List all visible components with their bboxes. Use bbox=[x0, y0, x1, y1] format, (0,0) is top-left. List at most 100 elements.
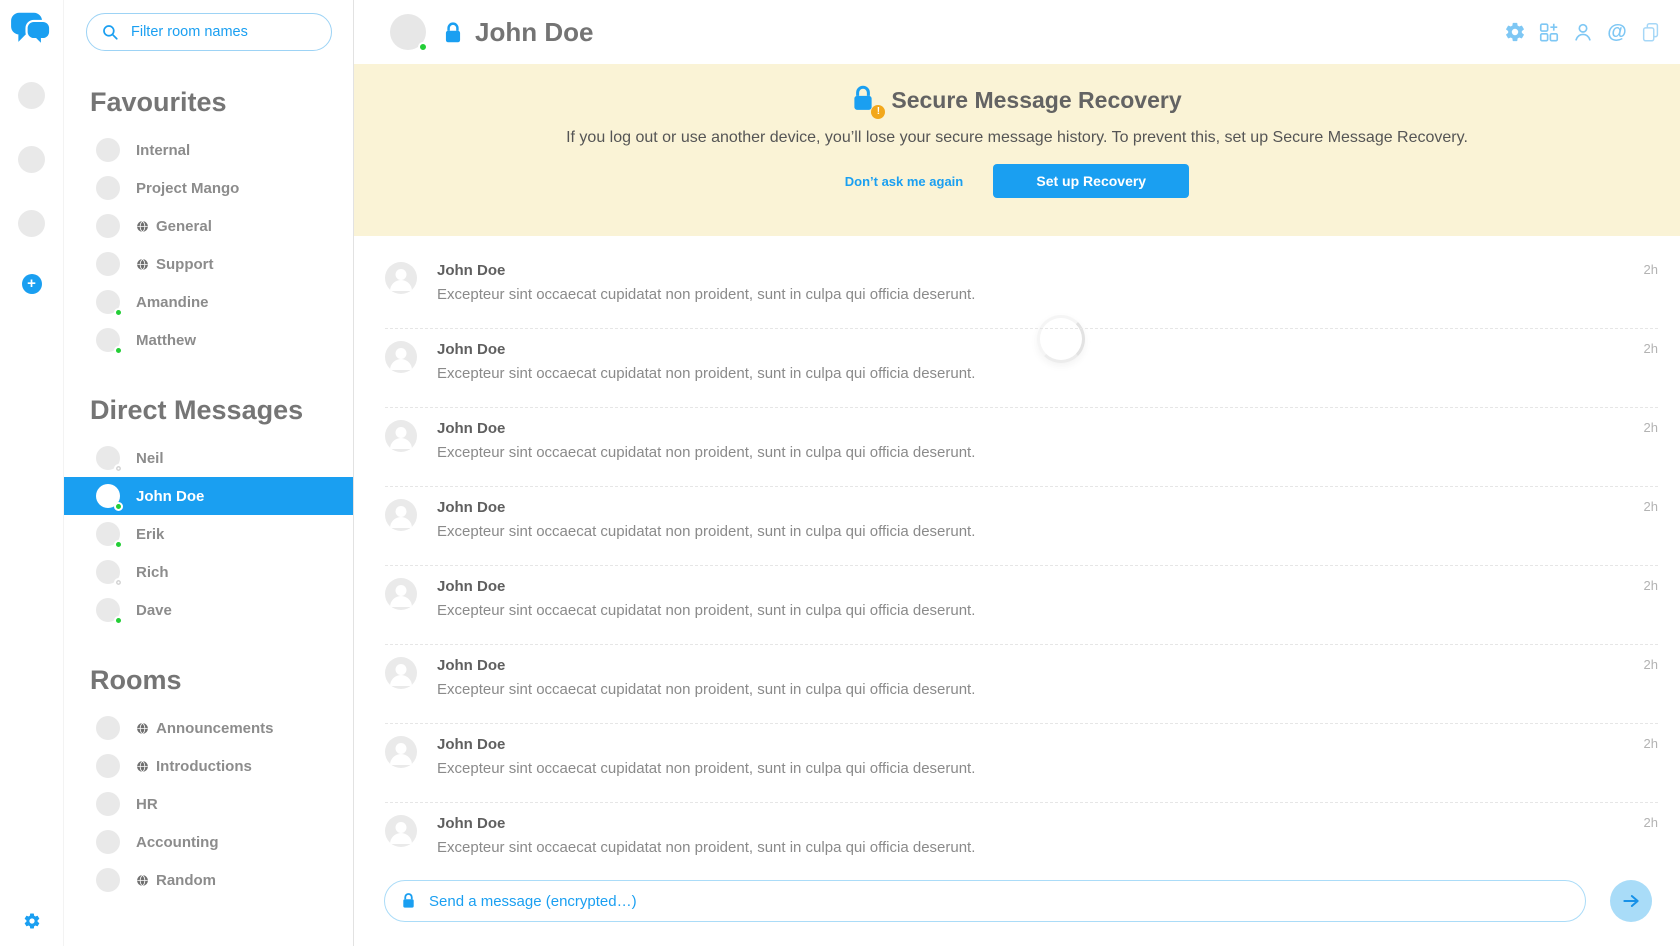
presence-online-dot bbox=[114, 502, 123, 511]
sender-avatar-icon bbox=[385, 341, 417, 373]
sidebar-item-amandine[interactable]: Amandine bbox=[64, 283, 353, 321]
message-text: Excepteur sint occaecat cupidatat non pr… bbox=[437, 286, 1658, 303]
public-room-globe-icon bbox=[136, 874, 149, 887]
sender-name: John Doe bbox=[437, 813, 1658, 832]
message-row: John Doe Excepteur sint occaecat cupidata… bbox=[385, 250, 1658, 329]
message-timestamp: 2h bbox=[1644, 341, 1658, 356]
mentions-icon[interactable]: @ bbox=[1606, 21, 1628, 43]
space-avatar[interactable] bbox=[18, 146, 45, 173]
banner-body: If you log out or use another device, yo… bbox=[354, 129, 1680, 147]
dismiss-link[interactable]: Don’t ask me again bbox=[845, 174, 963, 189]
settings-icon[interactable] bbox=[1504, 21, 1526, 43]
files-icon[interactable] bbox=[1640, 21, 1662, 43]
sidebar-item-erik[interactable]: Erik bbox=[64, 515, 353, 553]
add-widget-icon[interactable] bbox=[1538, 21, 1560, 43]
sender-name: John Doe bbox=[437, 260, 1658, 279]
sender-name: John Doe bbox=[437, 339, 1658, 358]
chat-panel: John Doe @ ! Secure Message Recovery If … bbox=[354, 0, 1680, 946]
sidebar-item-support[interactable]: Support bbox=[64, 245, 353, 283]
message-row: John Doe Excepteur sint occaecat cupidata… bbox=[385, 329, 1658, 408]
message-row: John DoeExcepteur sint occaecat cupidata… bbox=[385, 724, 1658, 803]
send-arrow-icon bbox=[1621, 891, 1641, 911]
sidebar-item-general[interactable]: General bbox=[64, 207, 353, 245]
sender-name: John Doe bbox=[437, 655, 1658, 674]
message-text: Excepteur sint occaecat cupidatat non pr… bbox=[437, 444, 1658, 461]
sidebar-item-introductions[interactable]: Introductions bbox=[64, 747, 353, 785]
avatar bbox=[96, 792, 120, 816]
sidebar-item-dave[interactable]: Dave bbox=[64, 591, 353, 629]
sender-avatar-icon bbox=[385, 262, 417, 294]
sender-name: John Doe bbox=[437, 497, 1658, 516]
message-row: John Doe Excepteur sint occaecat cupidata… bbox=[385, 487, 1658, 566]
avatar bbox=[96, 716, 120, 740]
public-room-globe-icon bbox=[136, 220, 149, 233]
sidebar-item-announcements[interactable]: Announcements bbox=[64, 709, 353, 747]
room-filter bbox=[86, 13, 332, 51]
message-row: John Doe Excepteur sint occaecat cupidata… bbox=[385, 566, 1658, 645]
space-rail: + bbox=[0, 0, 64, 946]
room-name: Internal bbox=[136, 142, 190, 159]
public-room-globe-icon bbox=[136, 760, 149, 773]
sender-avatar-icon bbox=[385, 499, 417, 531]
message-row: John DoeExcepteur sint occaecat cupidata… bbox=[385, 645, 1658, 724]
presence-online-dot bbox=[114, 308, 123, 317]
sidebar-item-john-doe[interactable]: John Doe bbox=[64, 477, 353, 515]
sender-avatar-icon bbox=[385, 578, 417, 610]
sidebar-item-neil[interactable]: Neil bbox=[64, 439, 353, 477]
room-name: Introductions bbox=[156, 758, 252, 775]
presence-online-dot bbox=[418, 42, 428, 52]
message-timestamp: 2h bbox=[1644, 262, 1658, 277]
chat-header: John Doe @ bbox=[354, 0, 1680, 64]
room-name: Random bbox=[156, 872, 216, 889]
room-name: HR bbox=[136, 796, 158, 813]
message-timestamp: 2h bbox=[1644, 499, 1658, 514]
avatar bbox=[96, 328, 120, 352]
settings-gear-icon[interactable] bbox=[23, 912, 41, 930]
sidebar-item-accounting[interactable]: Accounting bbox=[64, 823, 353, 861]
avatar bbox=[96, 830, 120, 854]
setup-recovery-button[interactable]: Set up Recovery bbox=[993, 164, 1189, 198]
avatar bbox=[96, 138, 120, 162]
sender-avatar-icon bbox=[385, 420, 417, 452]
room-filter-input[interactable] bbox=[86, 13, 332, 51]
message-timestamp: 2h bbox=[1644, 736, 1658, 751]
message-timestamp: 2h bbox=[1644, 578, 1658, 593]
space-avatar[interactable] bbox=[18, 210, 45, 237]
sender-avatar-icon bbox=[385, 736, 417, 768]
sidebar-item-hr[interactable]: HR bbox=[64, 785, 353, 823]
room-name: Dave bbox=[136, 602, 172, 619]
section-title-direct-messages: Direct Messages bbox=[90, 395, 353, 426]
sender-name: John Doe bbox=[437, 576, 1658, 595]
sidebar-item-random[interactable]: Random bbox=[64, 861, 353, 899]
message-timeline: John Doe Excepteur sint occaecat cupidata… bbox=[354, 236, 1680, 876]
sidebar-item-matthew[interactable]: Matthew bbox=[64, 321, 353, 359]
room-title: John Doe bbox=[475, 17, 593, 48]
message-timestamp: 2h bbox=[1644, 420, 1658, 435]
space-avatar[interactable] bbox=[18, 82, 45, 109]
secure-recovery-banner: ! Secure Message Recovery If you log out… bbox=[354, 64, 1680, 236]
app-logo-icon bbox=[10, 10, 54, 50]
sender-name: John Doe bbox=[437, 734, 1658, 753]
room-name: Erik bbox=[136, 526, 164, 543]
message-input[interactable] bbox=[384, 880, 1586, 922]
avatar bbox=[96, 560, 120, 584]
add-space-button[interactable]: + bbox=[22, 274, 42, 294]
sidebar-item-rich[interactable]: Rich bbox=[64, 553, 353, 591]
message-row: John DoeExcepteur sint occaecat cupidata… bbox=[385, 803, 1658, 876]
avatar bbox=[96, 214, 120, 238]
message-text: Excepteur sint occaecat cupidatat non pr… bbox=[437, 602, 1658, 619]
send-button[interactable] bbox=[1610, 880, 1652, 922]
presence-offline-dot bbox=[114, 464, 123, 473]
room-name: Project Mango bbox=[136, 180, 239, 197]
message-timestamp: 2h bbox=[1644, 657, 1658, 672]
message-text: Excepteur sint occaecat cupidatat non pr… bbox=[437, 523, 1658, 540]
message-text: Excepteur sint occaecat cupidatat non pr… bbox=[437, 365, 1658, 382]
avatar bbox=[96, 522, 120, 546]
presence-online-dot bbox=[114, 346, 123, 355]
sidebar-item-project-mango[interactable]: Project Mango bbox=[64, 169, 353, 207]
members-icon[interactable] bbox=[1572, 21, 1594, 43]
sidebar-item-internal[interactable]: Internal bbox=[64, 131, 353, 169]
room-name: Matthew bbox=[136, 332, 196, 349]
avatar bbox=[96, 484, 120, 508]
warning-lock-icon: ! bbox=[852, 84, 878, 116]
